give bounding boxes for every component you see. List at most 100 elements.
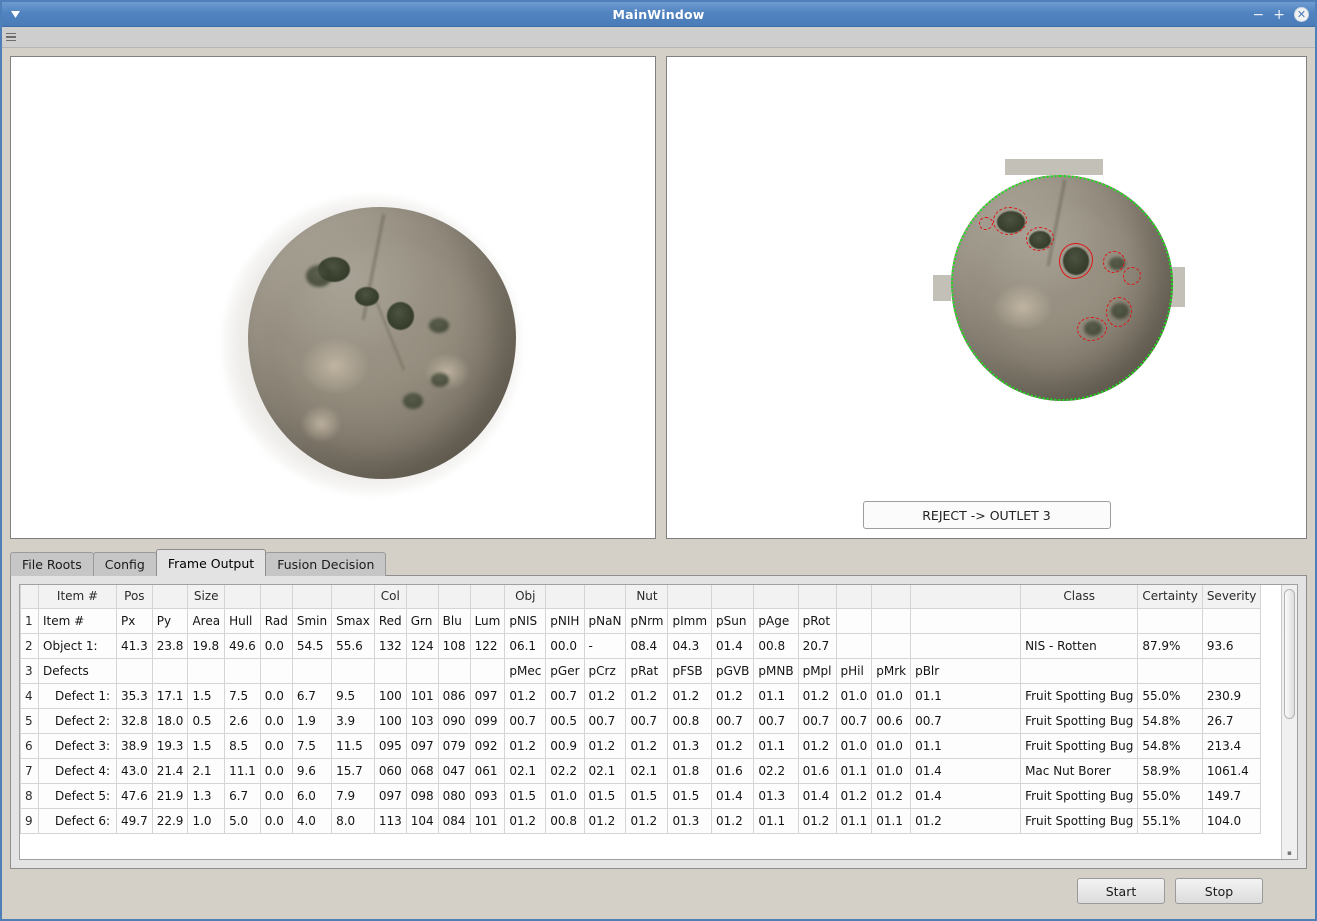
- table-cell[interactable]: 0.0: [259, 782, 293, 809]
- table-cell[interactable]: 00.7: [797, 707, 837, 734]
- table-cell[interactable]: 108: [437, 632, 471, 659]
- table-row[interactable]: 1 Item # Px Py Area Hull Rad Smin Smax Red Grn Blu L…: [20, 607, 1262, 634]
- table-cell-severity[interactable]: 230.9: [1201, 682, 1262, 709]
- table-cell-severity[interactable]: 149.7: [1201, 782, 1262, 809]
- table-cell[interactable]: 0.0: [259, 707, 293, 734]
- table-cell[interactable]: 099: [469, 707, 506, 734]
- table-cell[interactable]: 01.3: [753, 782, 799, 809]
- table-cell[interactable]: 01.2: [625, 807, 669, 834]
- table-cell[interactable]: 06.1: [504, 632, 547, 659]
- table-cell[interactable]: pMpl: [797, 657, 837, 684]
- table-cell[interactable]: 9.6: [291, 757, 333, 784]
- table-row[interactable]: 5 Defect 2: 32.8 18.0 0.5 2.6 0.0 1.9 3.9 100 103 0…: [20, 707, 1262, 734]
- table-cell[interactable]: pHil: [835, 657, 873, 684]
- table-cell[interactable]: 43.0: [116, 757, 153, 784]
- table-cell[interactable]: Grn: [405, 607, 439, 634]
- table-cell[interactable]: [835, 607, 873, 634]
- table-cell[interactable]: 01.8: [667, 757, 713, 784]
- table-cell[interactable]: 0.0: [259, 807, 293, 834]
- table-cell[interactable]: 00.7: [753, 707, 799, 734]
- table-cell[interactable]: Hull: [224, 607, 261, 634]
- table-cell[interactable]: 01.1: [753, 732, 799, 759]
- table-row[interactable]: 7 Defect 4: 43.0 21.4 2.1 11.1 0.0 9.6 15.7 060 06…: [20, 757, 1262, 784]
- table-cell[interactable]: 061: [469, 757, 506, 784]
- table-cell[interactable]: 01.2: [625, 682, 669, 709]
- table-cell[interactable]: 02.2: [545, 757, 585, 784]
- table-cell[interactable]: 6.0: [291, 782, 333, 809]
- table-cell[interactable]: 01.2: [504, 732, 547, 759]
- table-cell[interactable]: 7.5: [224, 682, 261, 709]
- table-cell[interactable]: 1.5: [187, 682, 226, 709]
- group-header-blank[interactable]: [753, 585, 799, 609]
- table-cell-certainty[interactable]: 55.1%: [1137, 807, 1203, 834]
- table-cell[interactable]: 2.6: [224, 707, 261, 734]
- scrollbar-thumb[interactable]: [1284, 589, 1295, 719]
- table-cell[interactable]: 6.7: [224, 782, 261, 809]
- table-cell[interactable]: [291, 657, 333, 684]
- raw-image-panel[interactable]: [10, 56, 656, 539]
- table-cell[interactable]: 01.5: [625, 782, 669, 809]
- table-cell-certainty[interactable]: 54.8%: [1137, 707, 1203, 734]
- table-cell[interactable]: Red: [373, 607, 407, 634]
- group-header-blank[interactable]: [469, 585, 506, 609]
- table-cell[interactable]: 32.8: [116, 707, 153, 734]
- table-cell[interactable]: [373, 657, 407, 684]
- table-cell[interactable]: 00.7: [504, 707, 547, 734]
- table-cell[interactable]: 01.2: [797, 807, 837, 834]
- table-cell[interactable]: 01.2: [583, 682, 627, 709]
- table-cell[interactable]: 01.0: [871, 682, 912, 709]
- table-cell[interactable]: 113: [373, 807, 407, 834]
- table-cell[interactable]: 01.2: [625, 732, 669, 759]
- table-cell[interactable]: 01.2: [583, 732, 627, 759]
- table-cell-severity[interactable]: 1061.4: [1201, 757, 1262, 784]
- table-row[interactable]: 4 Defect 1: 35.3 17.1 1.5 7.5 0.0 6.7 9.5 100 101 0…: [20, 682, 1262, 709]
- tab-config[interactable]: Config: [92, 552, 157, 576]
- table-cell[interactable]: 101: [405, 682, 439, 709]
- table-cell-class[interactable]: Fruit Spotting Bug: [1020, 807, 1139, 834]
- table-cell[interactable]: 38.9: [116, 732, 153, 759]
- group-header-blank[interactable]: [405, 585, 439, 609]
- table-cell[interactable]: 1.5: [187, 732, 226, 759]
- table-cell[interactable]: 00.8: [667, 707, 713, 734]
- table-cell-severity[interactable]: 26.7: [1201, 707, 1262, 734]
- table-cell[interactable]: [224, 657, 261, 684]
- group-header-certainty[interactable]: Certainty: [1137, 585, 1203, 609]
- table-cell-class[interactable]: Fruit Spotting Bug: [1020, 707, 1139, 734]
- table-cell[interactable]: pNaN: [583, 607, 627, 634]
- table-cell[interactable]: pRat: [625, 657, 669, 684]
- table-cell[interactable]: 00.5: [545, 707, 585, 734]
- table-cell[interactable]: [437, 657, 471, 684]
- table-cell[interactable]: 19.8: [187, 632, 226, 659]
- table-cell[interactable]: 01.1: [910, 732, 1022, 759]
- table-cell[interactable]: pNIS: [504, 607, 547, 634]
- scroll-down-icon[interactable]: ▪: [1282, 849, 1297, 857]
- table-cell[interactable]: 01.2: [504, 682, 547, 709]
- stop-button[interactable]: Stop: [1175, 878, 1263, 904]
- table-cell[interactable]: 095: [373, 732, 407, 759]
- table-cell[interactable]: [910, 632, 1022, 659]
- table-cell[interactable]: 01.4: [711, 632, 755, 659]
- table-cell[interactable]: 0.5: [187, 707, 226, 734]
- table-cell[interactable]: [187, 657, 226, 684]
- table-cell[interactable]: 093: [469, 782, 506, 809]
- group-header-blank[interactable]: [437, 585, 471, 609]
- table-cell[interactable]: 090: [437, 707, 471, 734]
- group-header-blank[interactable]: [711, 585, 755, 609]
- tab-fusion-decision[interactable]: Fusion Decision: [265, 552, 387, 576]
- table-cell[interactable]: 19.3: [151, 732, 189, 759]
- table-cell[interactable]: pGer: [545, 657, 585, 684]
- table-cell[interactable]: 01.3: [667, 732, 713, 759]
- table-cell[interactable]: 01.0: [835, 732, 873, 759]
- table-cell[interactable]: 17.1: [151, 682, 189, 709]
- table-cell[interactable]: 104: [405, 807, 439, 834]
- minimize-icon[interactable]: −: [1253, 8, 1265, 22]
- table-cell[interactable]: 124: [405, 632, 439, 659]
- table-cell[interactable]: 8.0: [331, 807, 375, 834]
- table-cell[interactable]: 0.0: [259, 757, 293, 784]
- table-cell[interactable]: 02.1: [583, 757, 627, 784]
- table-cell[interactable]: 6.7: [291, 682, 333, 709]
- reject-outlet-button[interactable]: REJECT -> OUTLET 3: [862, 501, 1111, 529]
- table-cell[interactable]: 00.8: [753, 632, 799, 659]
- table-cell[interactable]: 092: [469, 732, 506, 759]
- table-cell[interactable]: 100: [373, 682, 407, 709]
